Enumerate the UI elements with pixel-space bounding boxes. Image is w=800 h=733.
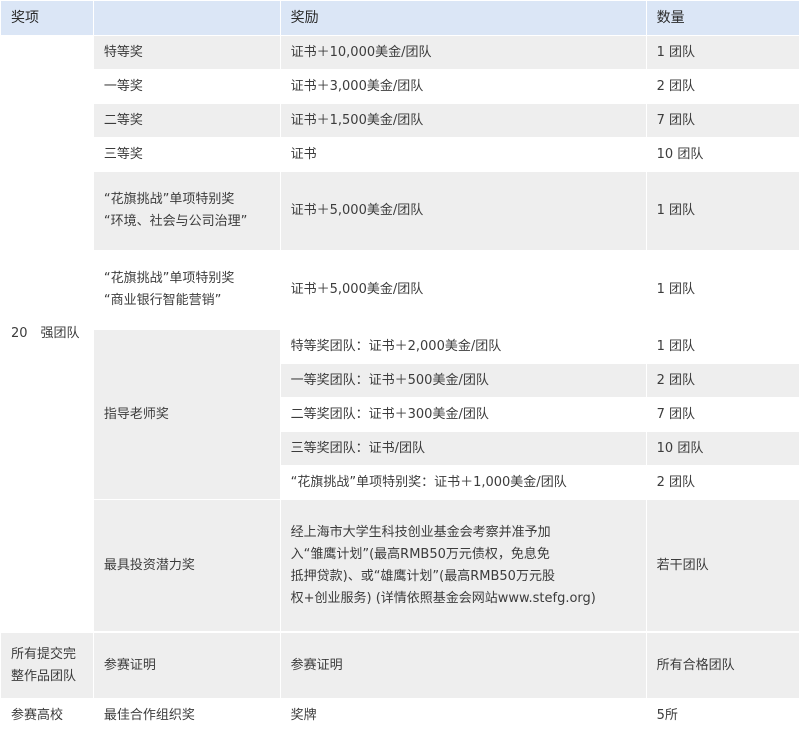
award-reward: 特等奖团队：证书＋2,000美金/团队 — [279, 329, 647, 364]
reward-line: 经上海市大学生科技创业基金会考察并准予加 — [290, 524, 551, 540]
award-qty: 所有合格团队 — [645, 632, 800, 699]
group-label-universities: 参赛高校 — [0, 698, 94, 733]
award-reward: 一等奖团队：证书＋500美金/团队 — [279, 363, 647, 398]
header-award: 奖项 — [0, 0, 94, 36]
award-name-line: “商业银行智能营销” — [103, 293, 222, 308]
table-row: 20 强团队 特等奖 证书＋10,000美金/团队 1 团队 — [0, 35, 800, 633]
award-name-line: “环境、社会与公司治理” — [103, 214, 248, 229]
invest-award-reward: 经上海市大学生科技创业基金会考察并准予加 入“雏鹰计划”(最高RMB50万元债权… — [279, 499, 647, 632]
award-name: “花旗挑战”单项特别奖 “商业银行智能营销” — [92, 250, 281, 330]
award-qty: 7 团队 — [645, 397, 800, 432]
award-name: 一等奖 — [92, 69, 281, 104]
award-reward: 三等奖团队：证书/团队 — [279, 431, 647, 466]
group-label-all-teams: 所有提交完 整作品团队 — [0, 632, 94, 699]
table-row: 最具投资潜力奖 经上海市大学生科技创业基金会考察并准予加 入“雏鹰计划”(最高R… — [1, 499, 800, 632]
award-qty: 2 团队 — [645, 363, 800, 398]
award-qty: 5所 — [645, 698, 800, 733]
table-row: 一等奖 证书＋3,000美金/团队 2 团队 — [1, 69, 800, 104]
table-row: 二等奖 证书＋1,500美金/团队 7 团队 — [1, 103, 800, 138]
header-reward: 奖励 — [279, 0, 647, 36]
invest-award-name: 最具投资潜力奖 — [92, 499, 281, 632]
award-qty: 1 团队 — [645, 171, 800, 251]
award-reward: “花旗挑战”单项特别奖：证书＋1,000美金/团队 — [279, 465, 647, 500]
table-row: “花旗挑战”单项特别奖 “环境、社会与公司治理” 证书＋5,000美金/团队 1… — [1, 171, 800, 251]
award-reward: 证书＋5,000美金/团队 — [279, 171, 647, 251]
award-qty: 10 团队 — [645, 431, 800, 466]
award-qty: 2 团队 — [645, 69, 800, 104]
award-reward: 证书＋1,500美金/团队 — [279, 103, 647, 138]
award-qty: 1 团队 — [645, 250, 800, 330]
award-qty: 若干团队 — [645, 499, 800, 632]
awards-table: 奖项 奖励 数量 20 强团队 特等奖 证书＋10,000美金/团队 1 团队 … — [0, 0, 800, 733]
table-row: 三等奖 证书 10 团队 — [1, 137, 800, 172]
group-label-line: 所有提交完 — [11, 646, 77, 662]
award-reward: 证书＋5,000美金/团队 — [279, 250, 647, 330]
award-reward: 证书＋3,000美金/团队 — [279, 69, 647, 104]
award-name-line: “花旗挑战”单项特别奖 — [103, 192, 235, 207]
award-qty: 1 团队 — [645, 35, 800, 70]
award-name: “花旗挑战”单项特别奖 “环境、社会与公司治理” — [92, 171, 281, 251]
header-quantity: 数量 — [645, 0, 800, 36]
award-qty: 10 团队 — [645, 137, 800, 172]
table-row: “花旗挑战”单项特别奖 “商业银行智能营销” 证书＋5,000美金/团队 1 团… — [1, 250, 800, 330]
reward-line: 入“雏鹰计划”(最高RMB50万元债权，免息免 — [290, 546, 550, 562]
award-reward: 二等奖团队：证书＋300美金/团队 — [279, 397, 647, 432]
award-reward: 证书＋10,000美金/团队 — [279, 35, 647, 70]
table-header-row: 奖项 奖励 数量 — [0, 0, 800, 36]
table-row: 所有提交完 整作品团队 参赛证明 参赛证明 所有合格团队 — [0, 632, 800, 699]
award-qty: 2 团队 — [645, 465, 800, 500]
award-reward: 证书 — [279, 137, 647, 172]
award-qty: 7 团队 — [645, 103, 800, 138]
group-label-top20: 20 强团队 — [0, 35, 94, 633]
award-name: 二等奖 — [92, 103, 281, 138]
table-row: 指导老师奖 特等奖团队：证书＋2,000美金/团队 1 团队 — [1, 329, 800, 500]
award-qty: 1 团队 — [645, 329, 800, 364]
award-name: 特等奖 — [92, 35, 281, 70]
award-reward: 参赛证明 — [279, 632, 647, 699]
award-reward: 奖牌 — [279, 698, 647, 733]
award-name-line: “花旗挑战”单项特别奖 — [103, 271, 235, 286]
award-name: 最佳合作组织奖 — [92, 698, 281, 733]
reward-line: 权+创业服务) (详情依照基金会网站www.stefg.org) — [290, 590, 596, 606]
award-name: 参赛证明 — [92, 632, 281, 699]
reward-line: 抵押贷款)、或“雄鹰计划”(最高RMB50万元股 — [290, 568, 555, 584]
group-label-line: 整作品团队 — [11, 668, 77, 684]
mentor-award-name: 指导老师奖 — [92, 329, 281, 500]
award-name: 三等奖 — [92, 137, 281, 172]
header-award-sub — [92, 0, 281, 36]
table-row: 参赛高校 最佳合作组织奖 奖牌 5所 — [0, 698, 800, 733]
